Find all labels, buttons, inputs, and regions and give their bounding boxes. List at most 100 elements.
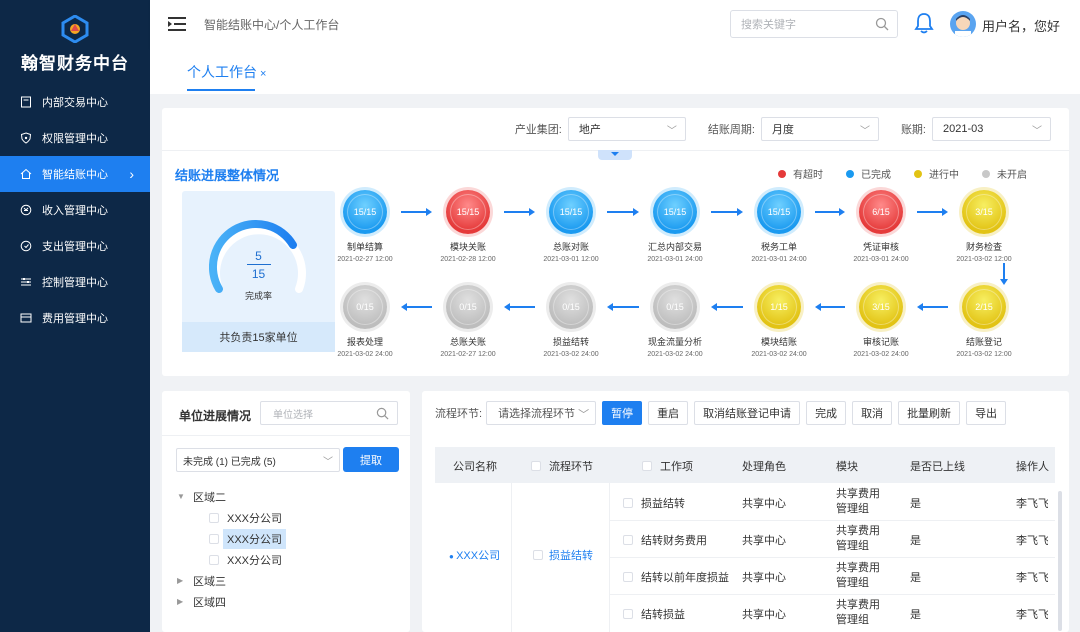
work-item[interactable]: 结转损益 — [623, 606, 685, 622]
process-select[interactable]: 请选择流程环节 ﹀ — [486, 401, 597, 425]
search-icon[interactable] — [376, 407, 389, 420]
node-name: 总账对账 — [552, 242, 589, 252]
flow-node[interactable]: 3/15 审核记账 2021-03-02 24:00 — [831, 285, 931, 358]
checkbox[interactable] — [623, 498, 633, 508]
arrow-icon — [711, 208, 743, 216]
operator-cell: 李飞飞 — [1016, 498, 1048, 510]
status-ball[interactable]: 15/15 — [549, 190, 593, 234]
work-item-label: 结转财务费用 — [641, 535, 707, 547]
sidebar-item-4[interactable]: 支出管理中心 — [0, 228, 150, 264]
node-name: 税务工单 — [760, 242, 797, 252]
sidebar-item-3[interactable]: 收入管理中心 — [0, 192, 150, 228]
toolbar-button-2[interactable]: 取消结账登记申请 — [694, 401, 801, 425]
process-select-placeholder: 请选择流程环节 — [498, 408, 576, 420]
status-ball[interactable]: 0/15 — [549, 285, 593, 329]
chevron-right-icon: › — [129, 166, 134, 182]
fetch-button[interactable]: 提取 — [343, 447, 399, 472]
flow-node[interactable]: 0/15 现金流量分析 2021-03-02 24:00 — [625, 285, 725, 358]
table-header: 公司名称 流程环节 工作项 处理角色 模块 是否已上线 操作人 — [435, 447, 1055, 483]
checkbox[interactable] — [209, 512, 219, 523]
checkbox[interactable] — [623, 572, 633, 582]
flow-node[interactable]: 15/15 总账对账 2021-03-01 12:00 — [521, 190, 621, 263]
flow-node[interactable]: 15/15 汇总内部交易 2021-03-01 24:00 — [625, 190, 725, 263]
toolbar-button-3[interactable]: 完成 — [806, 401, 847, 425]
flow-node[interactable]: 0/15 损益结转 2021-03-02 24:00 — [521, 285, 621, 358]
caret-right-icon[interactable]: ▶ — [177, 597, 187, 606]
toolbar-button-1[interactable]: 重启 — [648, 401, 689, 425]
chevron-down-icon: ﹀ — [578, 409, 590, 421]
sidebar-item-6[interactable]: 费用管理中心 — [0, 300, 150, 336]
column-label: 工作项 — [660, 461, 693, 473]
sidebar-item-5[interactable]: 控制管理中心 — [0, 264, 150, 300]
checkbox[interactable] — [531, 461, 541, 471]
checkbox[interactable] — [623, 609, 633, 619]
flow-node[interactable]: 0/15 总账关账 2021-02-27 12:00 — [418, 285, 518, 358]
checkbox[interactable] — [209, 554, 219, 565]
flow-node[interactable]: 1/15 模块结账 2021-03-02 24:00 — [729, 285, 829, 358]
sidebar-item-2[interactable]: 智能结账中心 › — [0, 156, 150, 192]
status-ball[interactable]: 15/15 — [653, 190, 697, 234]
status-ball[interactable]: 6/15 — [859, 190, 903, 234]
username[interactable]: 用户名，您好 — [982, 16, 1060, 35]
flow-node[interactable]: 15/15 制单结算 2021-02-27 12:00 — [315, 190, 415, 263]
work-item-label: 结转损益 — [641, 609, 685, 621]
tree-node[interactable]: ▶ 区域四 — [177, 591, 286, 612]
arrow-icon — [504, 208, 535, 216]
checkbox[interactable] — [533, 550, 543, 560]
sidebar-item-1[interactable]: 权限管理中心 — [0, 120, 150, 156]
tree-node[interactable]: ▼ 区域二 — [177, 486, 286, 507]
tab-personal-workbench[interactable]: 个人工作台 × — [187, 62, 266, 82]
close-icon[interactable]: × — [260, 68, 266, 80]
tree-node-label: 区域二 — [193, 491, 226, 504]
company-link[interactable]: ● XXX公司 — [449, 547, 500, 563]
tree-node[interactable]: ▶ 区域三 — [177, 570, 286, 591]
caret-down-icon[interactable]: ▼ — [177, 492, 187, 501]
flow-node[interactable]: 6/15 凭证审核 2021-03-01 24:00 — [831, 190, 931, 263]
status-ball[interactable]: 0/15 — [653, 285, 697, 329]
status-ball[interactable]: 0/15 — [446, 285, 490, 329]
toolbar-button-6[interactable]: 导出 — [966, 401, 1007, 425]
status-ball[interactable]: 1/15 — [757, 285, 801, 329]
status-ball[interactable]: 15/15 — [343, 190, 387, 234]
toolbar-button-4[interactable]: 取消 — [852, 401, 893, 425]
status-ball[interactable]: 3/15 — [962, 190, 1006, 234]
bell-icon[interactable] — [914, 12, 934, 34]
scrollbar[interactable] — [1058, 491, 1062, 631]
status-ball[interactable]: 2/15 — [962, 285, 1006, 329]
status-ball[interactable]: 3/15 — [859, 285, 903, 329]
flow-node[interactable]: 2/15 结账登记 2021-03-02 12:00 — [934, 285, 1034, 358]
chevron-down-icon: ﹀ — [323, 457, 333, 468]
flow-node[interactable]: 15/15 模块关账 2021-02-28 12:00 — [418, 190, 518, 263]
toolbar-button-0[interactable]: 暂停 — [602, 401, 643, 425]
tree-leaf[interactable]: XXX分公司 — [177, 549, 286, 570]
status-filter-select[interactable]: 未完成 (1) 已完成 (5) ﹀ — [176, 448, 340, 472]
menu-toggle-icon[interactable] — [168, 16, 188, 32]
work-item[interactable]: 损益结转 — [623, 495, 685, 511]
checkbox[interactable] — [642, 461, 652, 471]
toolbar-button-5[interactable]: 批量刷新 — [898, 401, 961, 425]
status-ball[interactable]: 0/15 — [343, 285, 387, 329]
avatar[interactable] — [950, 11, 976, 37]
process-flow: 15/15 制单结算 2021-02-27 12:00 15/15 模块关账 2021-0… — [162, 108, 1069, 376]
work-item-label: 损益结转 — [641, 498, 685, 510]
checkbox[interactable] — [623, 535, 633, 545]
module-line: 共享费用 — [836, 488, 880, 500]
node-name: 结账登记 — [965, 337, 1002, 347]
tree-leaf[interactable]: XXX分公司 — [177, 507, 286, 528]
unit-search-input[interactable]: 单位选择 — [260, 401, 398, 425]
search-icon[interactable] — [875, 17, 889, 31]
checkbox[interactable] — [209, 533, 219, 544]
status-ball[interactable]: 15/15 — [446, 190, 490, 234]
flow-node[interactable]: 15/15 税务工单 2021-03-01 24:00 — [729, 190, 829, 263]
caret-right-icon[interactable]: ▶ — [177, 576, 187, 585]
work-item[interactable]: 结转财务费用 — [623, 532, 707, 548]
flow-node[interactable]: 3/15 财务检查 2021-03-02 12:00 — [934, 190, 1034, 263]
tree-leaf[interactable]: XXX分公司 — [177, 528, 287, 549]
work-item[interactable]: 结转以前年度损益 — [623, 569, 729, 585]
search-input[interactable]: 搜索关键字 — [730, 10, 898, 38]
flow-node[interactable]: 0/15 报表处理 2021-03-02 24:00 — [315, 285, 415, 358]
process-link[interactable]: 损益结转 — [533, 547, 593, 563]
sidebar-item-0[interactable]: 内部交易中心 — [0, 84, 150, 120]
status-ball[interactable]: 15/15 — [757, 190, 801, 234]
search-placeholder: 搜索关键字 — [741, 19, 796, 31]
